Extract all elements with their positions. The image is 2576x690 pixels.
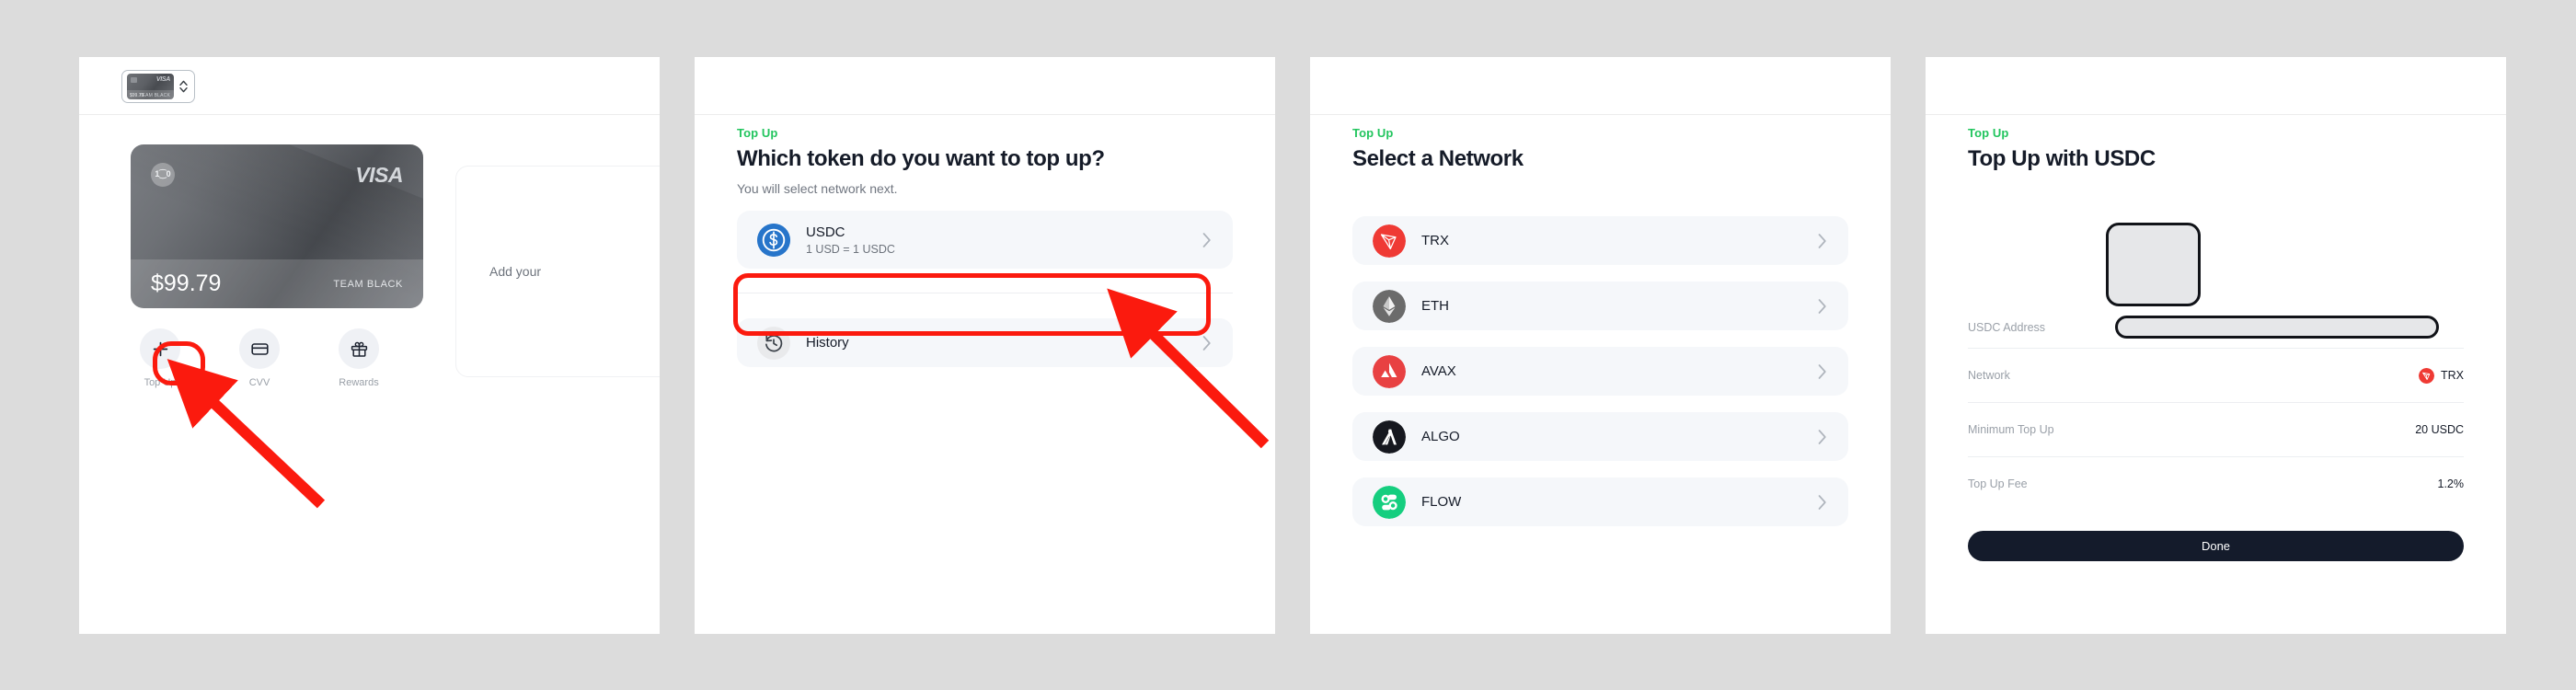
network-name: ALGO xyxy=(1421,429,1460,444)
virtual-card[interactable]: 1⁐0 VISA $99.79 TEAM BLACK xyxy=(131,144,423,308)
mini-card-chip-icon xyxy=(131,77,137,83)
eyebrow-top-up: Top Up xyxy=(1968,126,2009,140)
chevron-right-icon xyxy=(1816,297,1828,316)
network-name: AVAX xyxy=(1421,363,1456,379)
detail-row-minimum-top-up: Minimum Top Up 20 USDC xyxy=(1968,402,2464,456)
card-tier-label: TEAM BLACK xyxy=(333,278,403,290)
card-balance: $99.79 xyxy=(151,270,222,296)
card-actions-row: Top Up CVV Rewards xyxy=(131,328,388,388)
action-rewards-label: Rewards xyxy=(339,377,379,388)
detail-value: TRX xyxy=(2441,369,2464,382)
tron-icon xyxy=(1373,224,1406,258)
page-title: Top Up with USDC xyxy=(1968,146,2156,171)
panel-wallet: VISA $99.79 TEAM BLACK 1⁐0 VISA $99.79 T… xyxy=(79,57,660,634)
detail-value-group: 20 USDC xyxy=(2415,423,2464,436)
mini-card-thumbnail: VISA $99.79 TEAM BLACK xyxy=(127,74,174,99)
card-brand-logo-icon: 1⁐0 xyxy=(151,163,175,187)
detail-row-network: Network TRX xyxy=(1968,348,2464,402)
add-card-stub-text: Add your xyxy=(489,264,542,279)
token-row-texts: USDC 1 USD = 1 USDC xyxy=(806,224,895,256)
qr-code-image xyxy=(2106,223,2201,306)
eyebrow-top-up: Top Up xyxy=(737,126,778,140)
detail-key: Top Up Fee xyxy=(1968,477,2028,490)
mini-card-footer-strip: $99.79 TEAM BLACK xyxy=(127,90,174,99)
mini-card-visa-label: VISA xyxy=(155,76,170,83)
token-rate: 1 USD = 1 USDC xyxy=(806,242,895,256)
chevron-right-icon xyxy=(1816,493,1828,512)
chevron-up-down-icon[interactable] xyxy=(178,79,189,94)
detail-value: 20 USDC xyxy=(2415,423,2464,436)
ethereum-icon xyxy=(1373,289,1406,323)
panel-select-token-topbar xyxy=(695,57,1275,115)
chevron-right-icon xyxy=(1816,232,1828,250)
card-footer: $99.79 TEAM BLACK xyxy=(131,259,423,308)
network-name: TRX xyxy=(1421,233,1449,248)
mini-card-tier: TEAM BLACK xyxy=(139,93,170,98)
network-row-trx[interactable]: TRX xyxy=(1352,216,1848,265)
usdc-address-value-field[interactable] xyxy=(2115,316,2439,339)
visa-logo-icon: VISA xyxy=(355,163,403,187)
gift-icon[interactable] xyxy=(339,328,379,369)
panel-select-token: Top Up Which token do you want to top up… xyxy=(695,57,1275,634)
add-card-stub-panel[interactable]: Add your xyxy=(455,166,660,377)
network-row-texts: AVAX xyxy=(1421,363,1456,379)
panel-topup-usdc-topbar xyxy=(1926,57,2506,115)
network-row-flow[interactable]: FLOW xyxy=(1352,477,1848,526)
chevron-right-icon xyxy=(1201,334,1213,352)
select-token-sheet: Top Up Which token do you want to top up… xyxy=(695,115,1275,634)
token-name: USDC xyxy=(806,224,845,240)
done-button[interactable]: Done xyxy=(1968,531,2464,561)
network-row-algo[interactable]: ALGO xyxy=(1352,412,1848,461)
avalanche-icon xyxy=(1373,354,1406,388)
history-row[interactable]: History xyxy=(737,318,1233,367)
page-subtitle: You will select network next. xyxy=(737,181,898,196)
network-row-texts: FLOW xyxy=(1421,494,1461,510)
flow-icon xyxy=(1373,485,1406,519)
card-logo-glyph: 1⁐0 xyxy=(155,169,171,179)
chevron-right-icon xyxy=(1201,231,1213,249)
detail-value-group: TRX xyxy=(2419,367,2464,384)
action-top-up-label: Top Up xyxy=(144,377,177,388)
panel-select-network-topbar xyxy=(1310,57,1891,115)
network-row-texts: ETH xyxy=(1421,298,1449,314)
detail-value-group: 1.2% xyxy=(2438,477,2465,490)
page-title: Select a Network xyxy=(1352,146,1524,171)
credit-card-icon[interactable] xyxy=(239,328,280,369)
topup-usdc-sheet: Top Up Top Up with USDC USDC Address Net… xyxy=(1926,115,2506,634)
network-name: ETH xyxy=(1421,298,1449,314)
tron-icon xyxy=(2419,367,2434,384)
panel-select-network: Top Up Select a Network TRX ETH AVAX ALG… xyxy=(1310,57,1891,634)
network-row-avax[interactable]: AVAX xyxy=(1352,347,1848,396)
action-top-up[interactable]: Top Up xyxy=(131,328,190,388)
card-selector[interactable]: VISA $99.79 TEAM BLACK xyxy=(121,70,195,103)
detail-value: 1.2% xyxy=(2437,477,2465,490)
action-cvv[interactable]: CVV xyxy=(230,328,289,388)
token-row-usdc[interactable]: USDC 1 USD = 1 USDC xyxy=(737,211,1233,269)
usdc-icon xyxy=(757,223,790,257)
detail-key: Network xyxy=(1968,369,2010,382)
panel-topup-usdc: Top Up Top Up with USDC USDC Address Net… xyxy=(1926,57,2506,634)
chevron-right-icon xyxy=(1816,362,1828,381)
usdc-address-label: USDC Address xyxy=(1968,321,2046,334)
select-network-sheet: Top Up Select a Network TRX ETH AVAX ALG… xyxy=(1310,115,1891,634)
algorand-icon xyxy=(1373,420,1406,454)
action-cvv-label: CVV xyxy=(248,377,270,388)
eyebrow-top-up: Top Up xyxy=(1352,126,1394,140)
network-name: FLOW xyxy=(1421,494,1462,510)
detail-key: Minimum Top Up xyxy=(1968,423,2054,436)
chevron-right-icon xyxy=(1816,428,1828,446)
network-row-texts: ALGO xyxy=(1421,429,1460,444)
panel-wallet-topbar: VISA $99.79 TEAM BLACK xyxy=(79,57,660,115)
history-clock-icon xyxy=(757,326,790,360)
screenshot-stage: VISA $99.79 TEAM BLACK 1⁐0 VISA $99.79 T… xyxy=(0,0,2576,690)
detail-row-top-up-fee: Top Up Fee 1.2% xyxy=(1968,456,2464,511)
history-label: History xyxy=(806,335,849,351)
plus-icon[interactable] xyxy=(140,328,180,369)
network-row-texts: TRX xyxy=(1421,233,1449,248)
history-row-texts: History xyxy=(806,335,849,351)
network-row-eth[interactable]: ETH xyxy=(1352,282,1848,330)
page-title: Which token do you want to top up? xyxy=(737,146,1105,171)
action-rewards[interactable]: Rewards xyxy=(329,328,388,388)
